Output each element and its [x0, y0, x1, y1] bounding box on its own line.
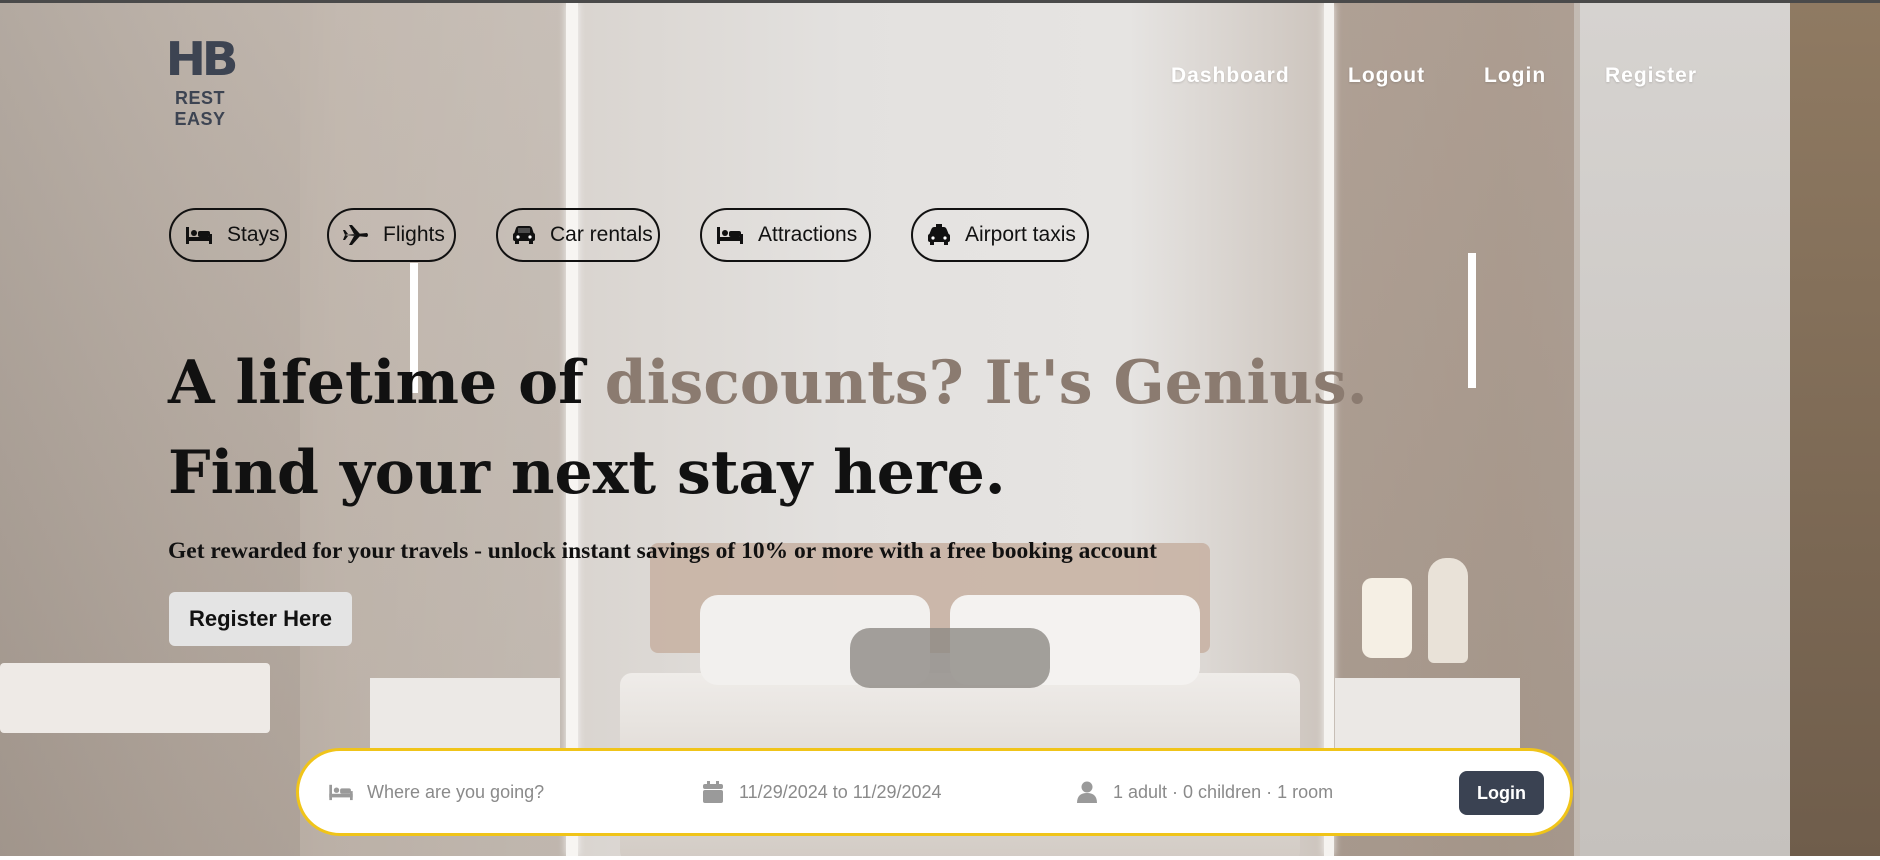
- destination-input[interactable]: [367, 781, 667, 803]
- tab-label: Airport taxis: [965, 223, 1076, 246]
- headline-accent: discounts? It's Genius.: [604, 348, 1368, 418]
- headline-text: A lifetime of: [168, 348, 605, 418]
- search-bar: 11/29/2024 to 11/29/2024 1 adult · 0 chi…: [296, 748, 1573, 836]
- guests-text: 1 adult · 0 children · 1 room: [1113, 781, 1334, 802]
- nightstand-right: [1335, 678, 1520, 758]
- headline-line-1: A lifetime of discounts? It's Genius.: [168, 338, 1368, 428]
- wall-sconce-right: [1468, 253, 1476, 388]
- register-here-button[interactable]: Register Here: [169, 592, 352, 646]
- calendar-icon: [699, 780, 727, 804]
- taxi-icon: [927, 224, 951, 246]
- tab-label: Attractions: [758, 223, 858, 246]
- headline-line-2: Find your next stay here.: [168, 438, 1006, 508]
- nav-dashboard-link[interactable]: Dashboard: [1171, 64, 1290, 88]
- plane-icon: [343, 224, 369, 246]
- hero-subtitle: Get rewarded for your travels - unlock i…: [168, 538, 1157, 564]
- tab-stays[interactable]: Stays: [169, 208, 287, 262]
- destination-field[interactable]: [327, 751, 667, 833]
- vase: [1428, 558, 1468, 663]
- logo-mark: HB: [165, 32, 239, 86]
- nav-register-link[interactable]: Register: [1605, 64, 1697, 88]
- nav-logout-link[interactable]: Logout: [1348, 64, 1425, 88]
- room-shelf: [1790, 3, 1880, 856]
- search-login-button[interactable]: Login: [1459, 771, 1544, 815]
- tab-attractions[interactable]: Attractions: [700, 208, 871, 262]
- guests-field[interactable]: 1 adult · 0 children · 1 room: [1073, 751, 1333, 833]
- bed-icon: [327, 780, 355, 804]
- date-range-field[interactable]: 11/29/2024 to 11/29/2024: [699, 751, 942, 833]
- car-icon: [512, 224, 536, 246]
- brand-logo[interactable]: HB REST EASY: [150, 34, 250, 130]
- table-lamp: [1362, 578, 1412, 658]
- tab-flights[interactable]: Flights: [327, 208, 456, 262]
- tab-car-rentals[interactable]: Car rentals: [496, 208, 660, 262]
- room-bench: [0, 663, 270, 733]
- room-closet: [1580, 3, 1790, 856]
- nav-login-link[interactable]: Login: [1484, 64, 1546, 88]
- person-icon: [1073, 780, 1101, 804]
- nightstand-left: [370, 678, 560, 758]
- tab-label: Flights: [383, 223, 445, 246]
- bed-icon: [185, 224, 213, 246]
- bed-icon: [716, 224, 744, 246]
- tab-airport-taxis[interactable]: Airport taxis: [911, 208, 1089, 262]
- tab-label: Stays: [227, 223, 280, 246]
- date-range-text: 11/29/2024 to 11/29/2024: [739, 781, 942, 802]
- hero-headline: A lifetime of discounts? It's Genius. Fi…: [168, 338, 1368, 518]
- bed-cushion: [850, 628, 1050, 688]
- tab-label: Car rentals: [550, 223, 653, 246]
- brand-name: REST EASY: [174, 88, 226, 129]
